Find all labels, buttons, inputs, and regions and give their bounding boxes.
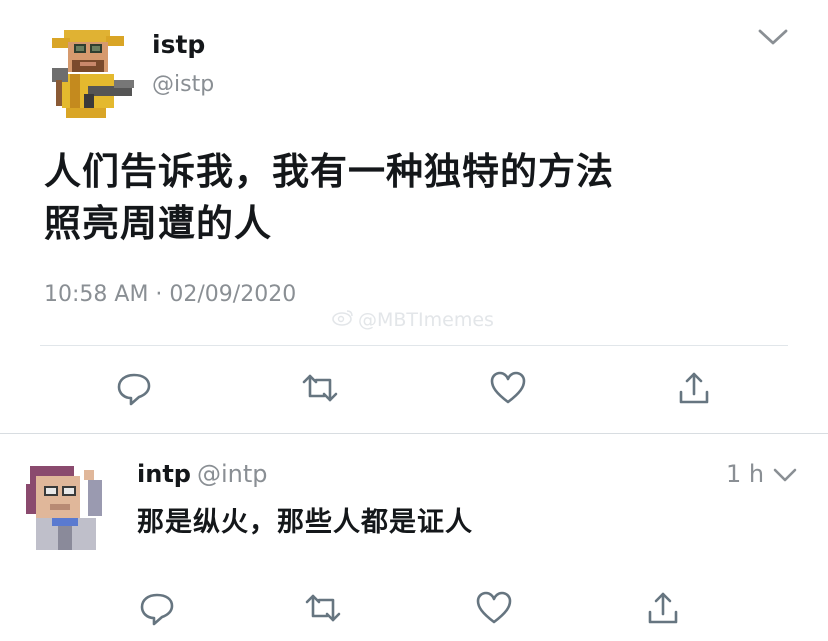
reply-share-icon[interactable] [643, 588, 683, 628]
reply-author-name[interactable]: intp [137, 460, 191, 488]
tweet-text-line-2: 照亮周遭的人 [44, 202, 272, 245]
author-name[interactable]: istp [152, 30, 205, 59]
reply-reply-icon[interactable] [137, 588, 177, 628]
avatar-intp[interactable] [22, 456, 118, 556]
tweet-text: 人们告诉我，我有一种独特的方法 照亮周遭的人 [44, 146, 614, 250]
share-icon[interactable] [674, 368, 714, 408]
reply-time[interactable]: 1 h [726, 460, 764, 488]
like-icon[interactable] [488, 368, 528, 408]
watermark-text: @MBTImemes [358, 308, 494, 331]
reply-author-handle[interactable]: @intp [197, 460, 268, 488]
divider [40, 345, 788, 346]
author-handle[interactable]: @istp [152, 72, 214, 97]
retweet-icon[interactable] [300, 368, 340, 408]
reply-retweet-icon[interactable] [303, 588, 343, 628]
reply-icon[interactable] [114, 368, 154, 408]
avatar-istp[interactable] [44, 24, 140, 120]
reply-header: intp @intp [137, 460, 268, 488]
reply-text: 那是纵火，那些人都是证人 [137, 507, 473, 538]
reply-chevron-down-icon[interactable] [772, 466, 798, 484]
watermark: @MBTImemes [332, 308, 494, 331]
tweet-text-line-1: 人们告诉我，我有一种独特的方法 [44, 150, 614, 193]
tweet-timestamp[interactable]: 10:58 AM · 02/09/2020 [44, 282, 296, 307]
chevron-down-icon[interactable] [756, 26, 790, 48]
reply-like-icon[interactable] [474, 588, 514, 628]
tweet-separator [0, 433, 828, 434]
weibo-icon [332, 308, 354, 331]
